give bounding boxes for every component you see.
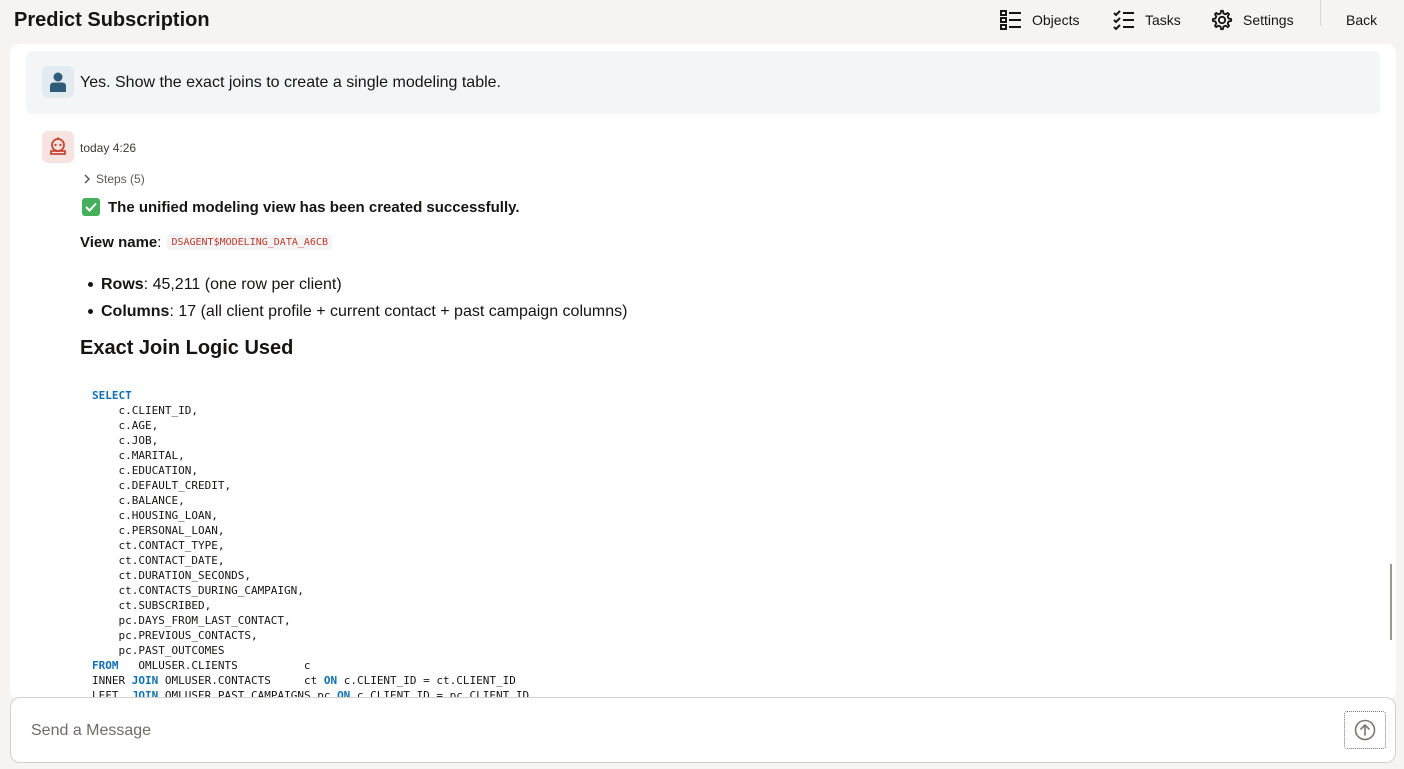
assistant-avatar xyxy=(42,131,74,163)
view-name-label: View name xyxy=(80,234,158,251)
app-header: Predict Subscription Objects Tasks Setti… xyxy=(0,0,1404,42)
objects-button[interactable]: Objects xyxy=(1000,8,1079,32)
success-text: The unified modeling view has been creat… xyxy=(108,198,520,216)
message-composer xyxy=(10,697,1396,763)
code-line: pc.PAST_OUTCOMES xyxy=(92,644,225,657)
chat-panel: Yes. Show the exact joins to create a si… xyxy=(10,44,1396,700)
app-title: Predict Subscription xyxy=(14,9,210,31)
code-text: c.CLIENT_ID = ct.CLIENT_ID xyxy=(337,674,516,687)
back-button[interactable]: Back xyxy=(1346,8,1377,32)
code-line: INNER JOIN OMLUSER.CONTACTS ct ON c.CLIE… xyxy=(92,673,529,688)
chevron-right-icon xyxy=(84,174,90,184)
code-line: c.HOUSING_LOAN, xyxy=(92,509,218,522)
checklist-icon xyxy=(1113,10,1134,30)
code-line: ct.CONTACT_TYPE, xyxy=(92,539,225,552)
code-line: c.BALANCE, xyxy=(92,494,185,507)
bullet-dot xyxy=(88,309,93,314)
summary-list: Rows: 45,211 (one row per client) Column… xyxy=(88,271,627,325)
code-line: pc.DAYS_FROM_LAST_CONTACT, xyxy=(92,614,291,627)
code-text: INNER xyxy=(92,674,132,687)
list-item: Columns: 17 (all client profile + curren… xyxy=(88,298,627,325)
sql-code-block: SELECT c.CLIENT_ID, c.AGE, c.JOB, c.MARI… xyxy=(92,388,529,700)
code-line: c.AGE, xyxy=(92,419,159,432)
list-item-label: Rows xyxy=(101,275,144,293)
code-line: c.JOB, xyxy=(92,434,159,447)
view-name-separator: : xyxy=(157,234,162,251)
code-keyword: FROM xyxy=(92,659,119,672)
code-line: ct.CONTACT_DATE, xyxy=(92,554,225,567)
robot-icon xyxy=(50,137,66,155)
section-heading: Exact Join Logic Used xyxy=(80,337,294,359)
person-icon xyxy=(50,72,66,92)
settings-button[interactable]: Settings xyxy=(1211,8,1294,32)
success-message: The unified modeling view has been creat… xyxy=(82,198,520,216)
check-icon xyxy=(82,198,100,216)
gear-icon xyxy=(1211,9,1233,31)
tasks-button[interactable]: Tasks xyxy=(1113,8,1181,32)
arrow-up-circle-icon xyxy=(1354,719,1376,741)
bullet-dot xyxy=(88,282,93,287)
code-keyword: JOIN xyxy=(131,674,159,687)
message-input[interactable] xyxy=(31,722,1331,740)
user-message-text: Yes. Show the exact joins to create a si… xyxy=(80,74,501,91)
send-button[interactable] xyxy=(1344,711,1386,749)
code-text: OMLUSER.CLIENTS c xyxy=(118,659,311,672)
back-label: Back xyxy=(1346,12,1378,28)
list-item: Rows: 45,211 (one row per client) xyxy=(88,271,627,298)
list-item-text: : 17 (all client profile + current conta… xyxy=(169,302,628,320)
tasks-label: Tasks xyxy=(1145,12,1181,28)
user-message: Yes. Show the exact joins to create a si… xyxy=(26,51,1380,114)
chat-scrollbar[interactable] xyxy=(1390,564,1392,640)
view-name-code: DSAGENT$MODELING_DATA_A6CB xyxy=(167,235,332,250)
code-line: ct.CONTACTS_DURING_CAMPAIGN, xyxy=(92,584,304,597)
list-icon xyxy=(1000,10,1021,30)
list-item-text: : 45,211 (one row per client) xyxy=(143,275,342,293)
header-divider xyxy=(1320,0,1321,26)
code-line: c.PERSONAL_LOAN, xyxy=(92,524,225,537)
code-line: ct.SUBSCRIBED, xyxy=(92,599,212,612)
code-line: c.CLIENT_ID, xyxy=(92,404,198,417)
objects-label: Objects xyxy=(1032,12,1080,28)
code-text: OMLUSER.CONTACTS ct xyxy=(158,674,324,687)
code-line: c.EDUCATION, xyxy=(92,464,198,477)
code-line: pc.PREVIOUS_CONTACTS, xyxy=(92,629,258,642)
code-keyword: SELECT xyxy=(92,389,132,402)
code-line: ct.DURATION_SECONDS, xyxy=(92,569,251,582)
settings-label: Settings xyxy=(1243,12,1294,28)
code-line: c.DEFAULT_CREDIT, xyxy=(92,479,232,492)
steps-label: Steps (5) xyxy=(96,172,145,186)
code-line: SELECT xyxy=(92,388,529,403)
view-name-line: View name: DSAGENT$MODELING_DATA_A6CB xyxy=(80,234,332,251)
message-timestamp: today 4:26 xyxy=(80,141,137,155)
code-keyword: ON xyxy=(323,674,338,687)
code-line: FROM OMLUSER.CLIENTS c xyxy=(92,658,529,673)
code-line: c.MARITAL, xyxy=(92,449,185,462)
steps-toggle[interactable]: Steps (5) xyxy=(84,172,145,186)
user-avatar xyxy=(42,66,74,98)
list-item-label: Columns xyxy=(101,302,170,320)
